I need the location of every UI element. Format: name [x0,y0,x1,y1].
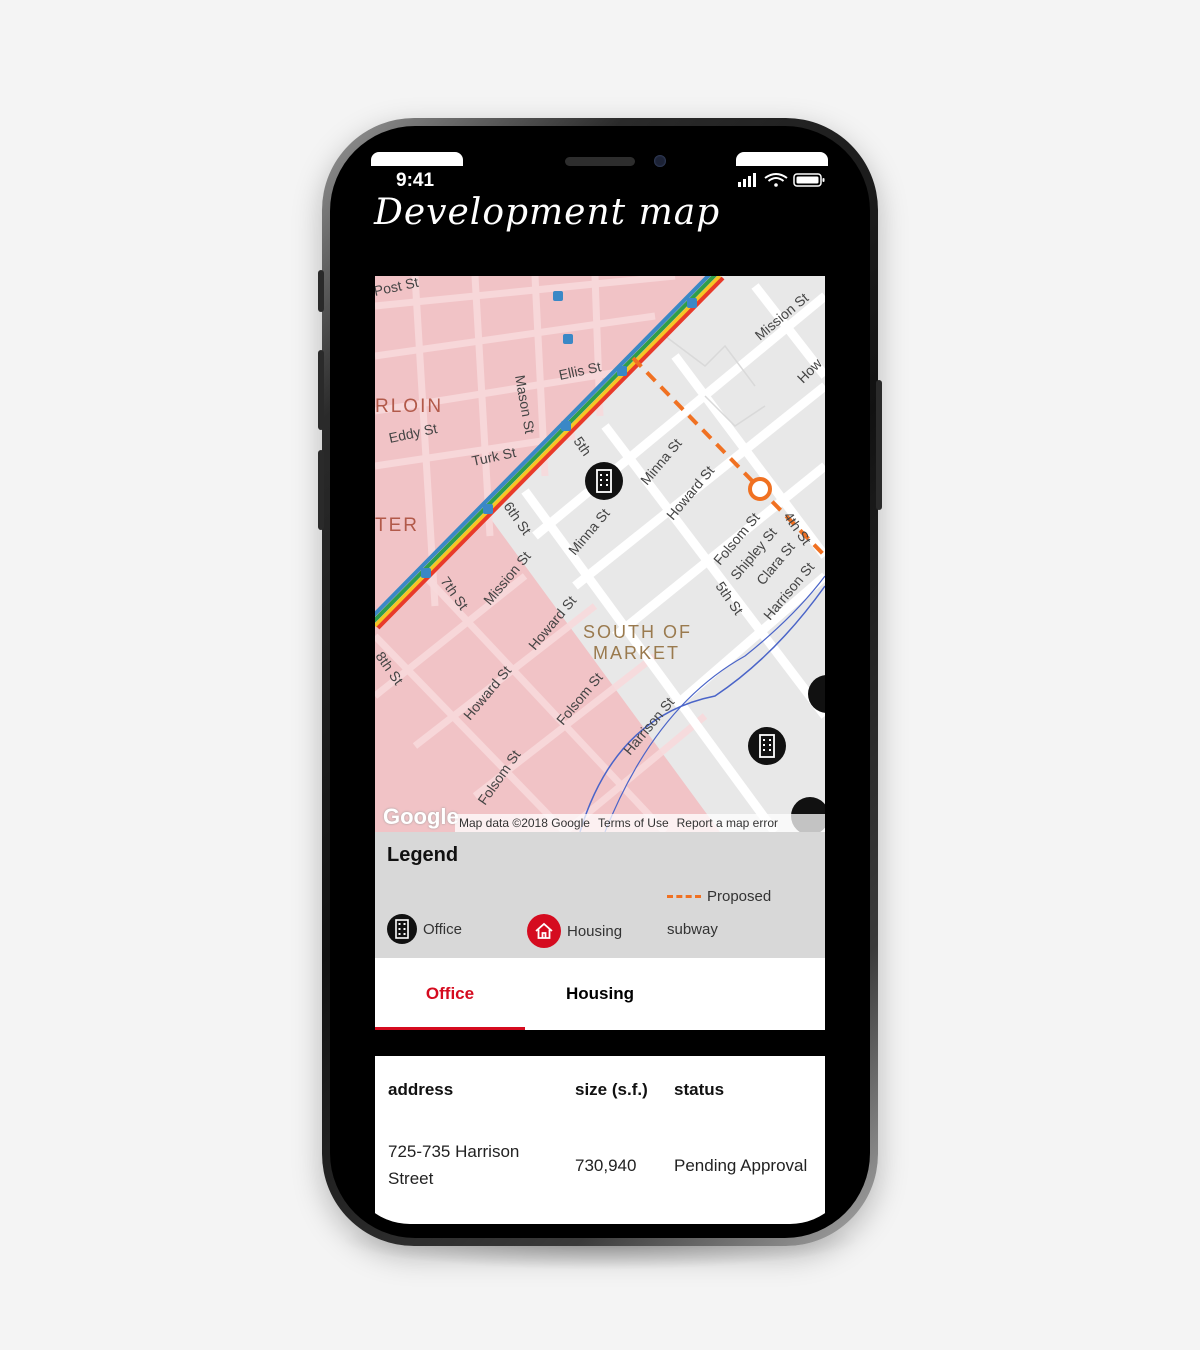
address-line-1: 725-735 Harrison [388,1142,520,1161]
development-map[interactable]: Post St Ellis St Mason St Eddy St Turk S… [375,276,825,832]
legend-label-subway-line2: subway [667,921,718,938]
power-button [876,380,882,510]
proposed-station-marker [748,477,772,501]
legend-label-office: Office [423,920,462,938]
status-time: 9:41 [396,170,435,191]
wifi-icon [764,173,788,187]
report-error-link[interactable]: Report a map error [677,816,778,830]
tab-housing[interactable]: Housing [525,958,675,1030]
district-label: TER [375,515,419,536]
dashed-line-icon [667,895,701,898]
status-icons [738,172,828,188]
attribution-bar: Map data ©2018 Google Terms of Use Repor… [455,814,825,832]
office-building-icon [387,914,417,944]
legend-label-housing: Housing [567,922,623,940]
district-label: SOUTH OF [583,622,692,642]
legend-item-subway: Proposed subway [667,888,771,938]
google-logo: Google [383,804,459,829]
legend-label-subway-line1: Proposed [707,888,772,905]
legend-item-office: Office [387,914,462,944]
cell-status: Pending Approval [674,1156,808,1175]
district-label: MARKET [593,643,680,663]
house-icon [527,914,561,948]
column-header-size: size (s.f.) [575,1080,648,1099]
front-camera [654,155,666,167]
map-attribution: Google Map data ©2018 Google Terms of Us… [375,804,825,832]
address-line-2: Street [388,1169,434,1188]
column-header-address: address [388,1080,454,1099]
battery-icon [793,173,825,187]
phone-screen: 9:41 Development map Post St Ellis St Ma… [348,140,852,1224]
legend-title: Legend [387,844,459,866]
mute-switch [318,270,324,312]
terms-link[interactable]: Terms of Use [598,816,669,830]
projects-table: address size (s.f.) status 725-735 Harri… [375,1056,825,1224]
volume-up-button [318,350,324,430]
column-header-status: status [674,1080,725,1099]
tab-office[interactable]: Office [375,958,525,1030]
cell-size: 730,940 [575,1156,637,1175]
office-marker [748,727,786,765]
office-marker [585,462,623,500]
speaker [565,157,635,166]
cell-address: 725-735 Harrison Street [388,1138,519,1192]
page-title: Development map [374,192,721,233]
signal-icon [738,173,756,187]
category-tabs: Office Housing [375,958,825,1030]
legend-item-housing: Housing [527,914,622,948]
district-label: RLOIN [375,396,443,417]
map-data-text: Map data ©2018 Google [459,816,590,830]
map-legend: Legend Office Housing Proposed subway [375,832,825,958]
screen-edge-left [371,152,463,166]
volume-down-button [318,450,324,530]
screen-edge-right [736,152,828,166]
